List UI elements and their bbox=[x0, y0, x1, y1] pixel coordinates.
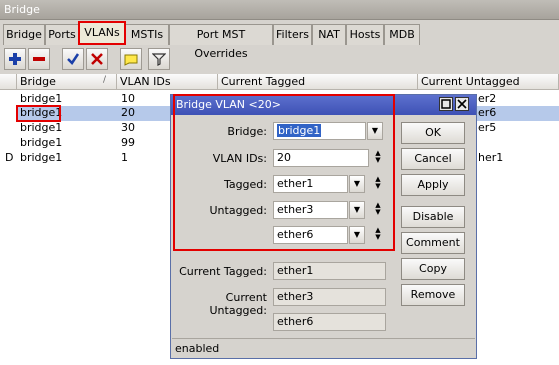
column-current-untagged[interactable]: Current Untagged bbox=[418, 74, 559, 90]
table-row[interactable]: bridge1 bbox=[20, 92, 62, 106]
untagged-dropdown-button-1[interactable]: ▼ bbox=[349, 201, 365, 219]
chevron-down-icon: ▼ bbox=[353, 230, 361, 239]
cancel-button[interactable]: Cancel bbox=[401, 148, 465, 170]
column-bridge[interactable]: Bridge bbox=[17, 74, 117, 90]
x-icon bbox=[91, 53, 103, 65]
tagged-label: Tagged: bbox=[223, 178, 267, 191]
copy-button[interactable]: Copy bbox=[401, 258, 465, 280]
table-cell: 99 bbox=[121, 136, 135, 149]
chevron-down-icon: ▼ bbox=[371, 126, 379, 135]
tab-mdb[interactable]: MDB bbox=[384, 24, 420, 45]
arrow-down-icon: ▼ bbox=[375, 182, 381, 190]
maximize-icon bbox=[441, 99, 451, 109]
chevron-down-icon: ▼ bbox=[353, 179, 361, 188]
table-row[interactable]: bridge1 bbox=[20, 136, 62, 150]
arrow-down-icon: ▼ bbox=[375, 233, 381, 241]
filter-icon bbox=[152, 53, 166, 66]
check-icon bbox=[67, 53, 80, 65]
tab-vlans[interactable]: VLANs bbox=[79, 22, 125, 45]
tagged-stepper[interactable]: ▲ ▼ bbox=[372, 176, 384, 190]
untagged-dropdown-button-2[interactable]: ▼ bbox=[349, 226, 365, 244]
note-icon bbox=[124, 54, 138, 66]
disable-button[interactable] bbox=[86, 48, 108, 70]
bridge-select-value: bridge1 bbox=[277, 124, 322, 137]
column-flag bbox=[0, 74, 17, 90]
tab-port-mst-overrides[interactable]: Port MST Overrides bbox=[169, 24, 273, 60]
untagged-stepper-1[interactable]: ▲ ▼ bbox=[372, 202, 384, 216]
current-tagged-field: ether1 bbox=[273, 262, 386, 280]
tab-filters[interactable]: Filters bbox=[273, 24, 312, 45]
table-cell: er5 bbox=[478, 121, 497, 134]
arrow-down-icon: ▼ bbox=[375, 208, 381, 216]
comment-button[interactable]: Comment bbox=[401, 232, 465, 254]
table-cell: her1 bbox=[478, 151, 504, 164]
table-cell: 10 bbox=[121, 92, 135, 105]
current-untagged-field-1: ether3 bbox=[273, 288, 386, 306]
bridge-select[interactable]: bridge1 bbox=[273, 122, 366, 140]
untagged-label: Untagged: bbox=[209, 204, 268, 217]
tab-nat[interactable]: NAT bbox=[312, 24, 346, 45]
vlan-stepper[interactable]: ▲ ▼ bbox=[372, 150, 384, 164]
close-button[interactable] bbox=[455, 97, 469, 111]
apply-button[interactable]: Apply bbox=[401, 174, 465, 196]
add-button[interactable] bbox=[4, 48, 26, 70]
table-cell: 20 bbox=[121, 106, 135, 119]
column-vlan-ids[interactable]: VLAN IDs bbox=[117, 74, 218, 90]
enable-button[interactable] bbox=[62, 48, 84, 70]
dialog-title: Bridge VLAN <20> bbox=[171, 95, 476, 115]
vlan-ids-field[interactable]: 20 bbox=[273, 149, 369, 167]
window-title: Bridge bbox=[0, 0, 559, 20]
tab-mstis[interactable]: MSTIs bbox=[125, 24, 169, 45]
ok-button[interactable]: OK bbox=[401, 122, 465, 144]
bridge-dropdown-button[interactable]: ▼ bbox=[367, 122, 383, 140]
table-row[interactable]: bridge1 bbox=[20, 106, 62, 120]
dialog-status: enabled bbox=[172, 338, 475, 358]
table-cell: er2 bbox=[478, 92, 497, 105]
table-cell: 1 bbox=[121, 151, 128, 164]
untagged-field-2[interactable]: ether6 bbox=[273, 226, 348, 244]
maximize-button[interactable] bbox=[439, 97, 453, 111]
chevron-down-icon: ▼ bbox=[353, 205, 361, 214]
sort-indicator: / bbox=[103, 75, 107, 85]
current-untagged-label: Current Untagged: bbox=[209, 291, 268, 317]
tab-bridge[interactable]: Bridge bbox=[3, 24, 45, 45]
current-tagged-label: Current Tagged: bbox=[179, 265, 267, 278]
close-icon bbox=[457, 99, 467, 109]
untagged-stepper-2[interactable]: ▲ ▼ bbox=[372, 227, 384, 241]
vlan-ids-label: VLAN IDs: bbox=[212, 152, 267, 165]
tagged-field[interactable]: ether1 bbox=[273, 175, 348, 193]
bridge-label: Bridge: bbox=[227, 125, 267, 138]
disable-button[interactable]: Disable bbox=[401, 206, 465, 228]
current-untagged-field-2: ether6 bbox=[273, 313, 386, 331]
table-row[interactable]: bridge1 bbox=[20, 121, 62, 135]
row-flag: D bbox=[5, 151, 14, 164]
table-row[interactable]: bridge1 bbox=[20, 151, 62, 165]
tagged-dropdown-button[interactable]: ▼ bbox=[349, 175, 365, 193]
table-cell: er6 bbox=[478, 106, 497, 119]
tab-ports[interactable]: Ports bbox=[45, 24, 79, 45]
minus-icon bbox=[33, 57, 45, 61]
plus-icon bbox=[9, 53, 21, 65]
untagged-field-1[interactable]: ether3 bbox=[273, 201, 348, 219]
comment-button[interactable] bbox=[120, 48, 142, 70]
table-cell: 30 bbox=[121, 121, 135, 134]
tab-hosts[interactable]: Hosts bbox=[346, 24, 384, 45]
remove-button[interactable]: Remove bbox=[401, 284, 465, 306]
arrow-down-icon: ▼ bbox=[375, 156, 381, 164]
filter-button[interactable] bbox=[148, 48, 170, 70]
column-current-tagged[interactable]: Current Tagged bbox=[218, 74, 418, 90]
remove-button[interactable] bbox=[28, 48, 50, 70]
